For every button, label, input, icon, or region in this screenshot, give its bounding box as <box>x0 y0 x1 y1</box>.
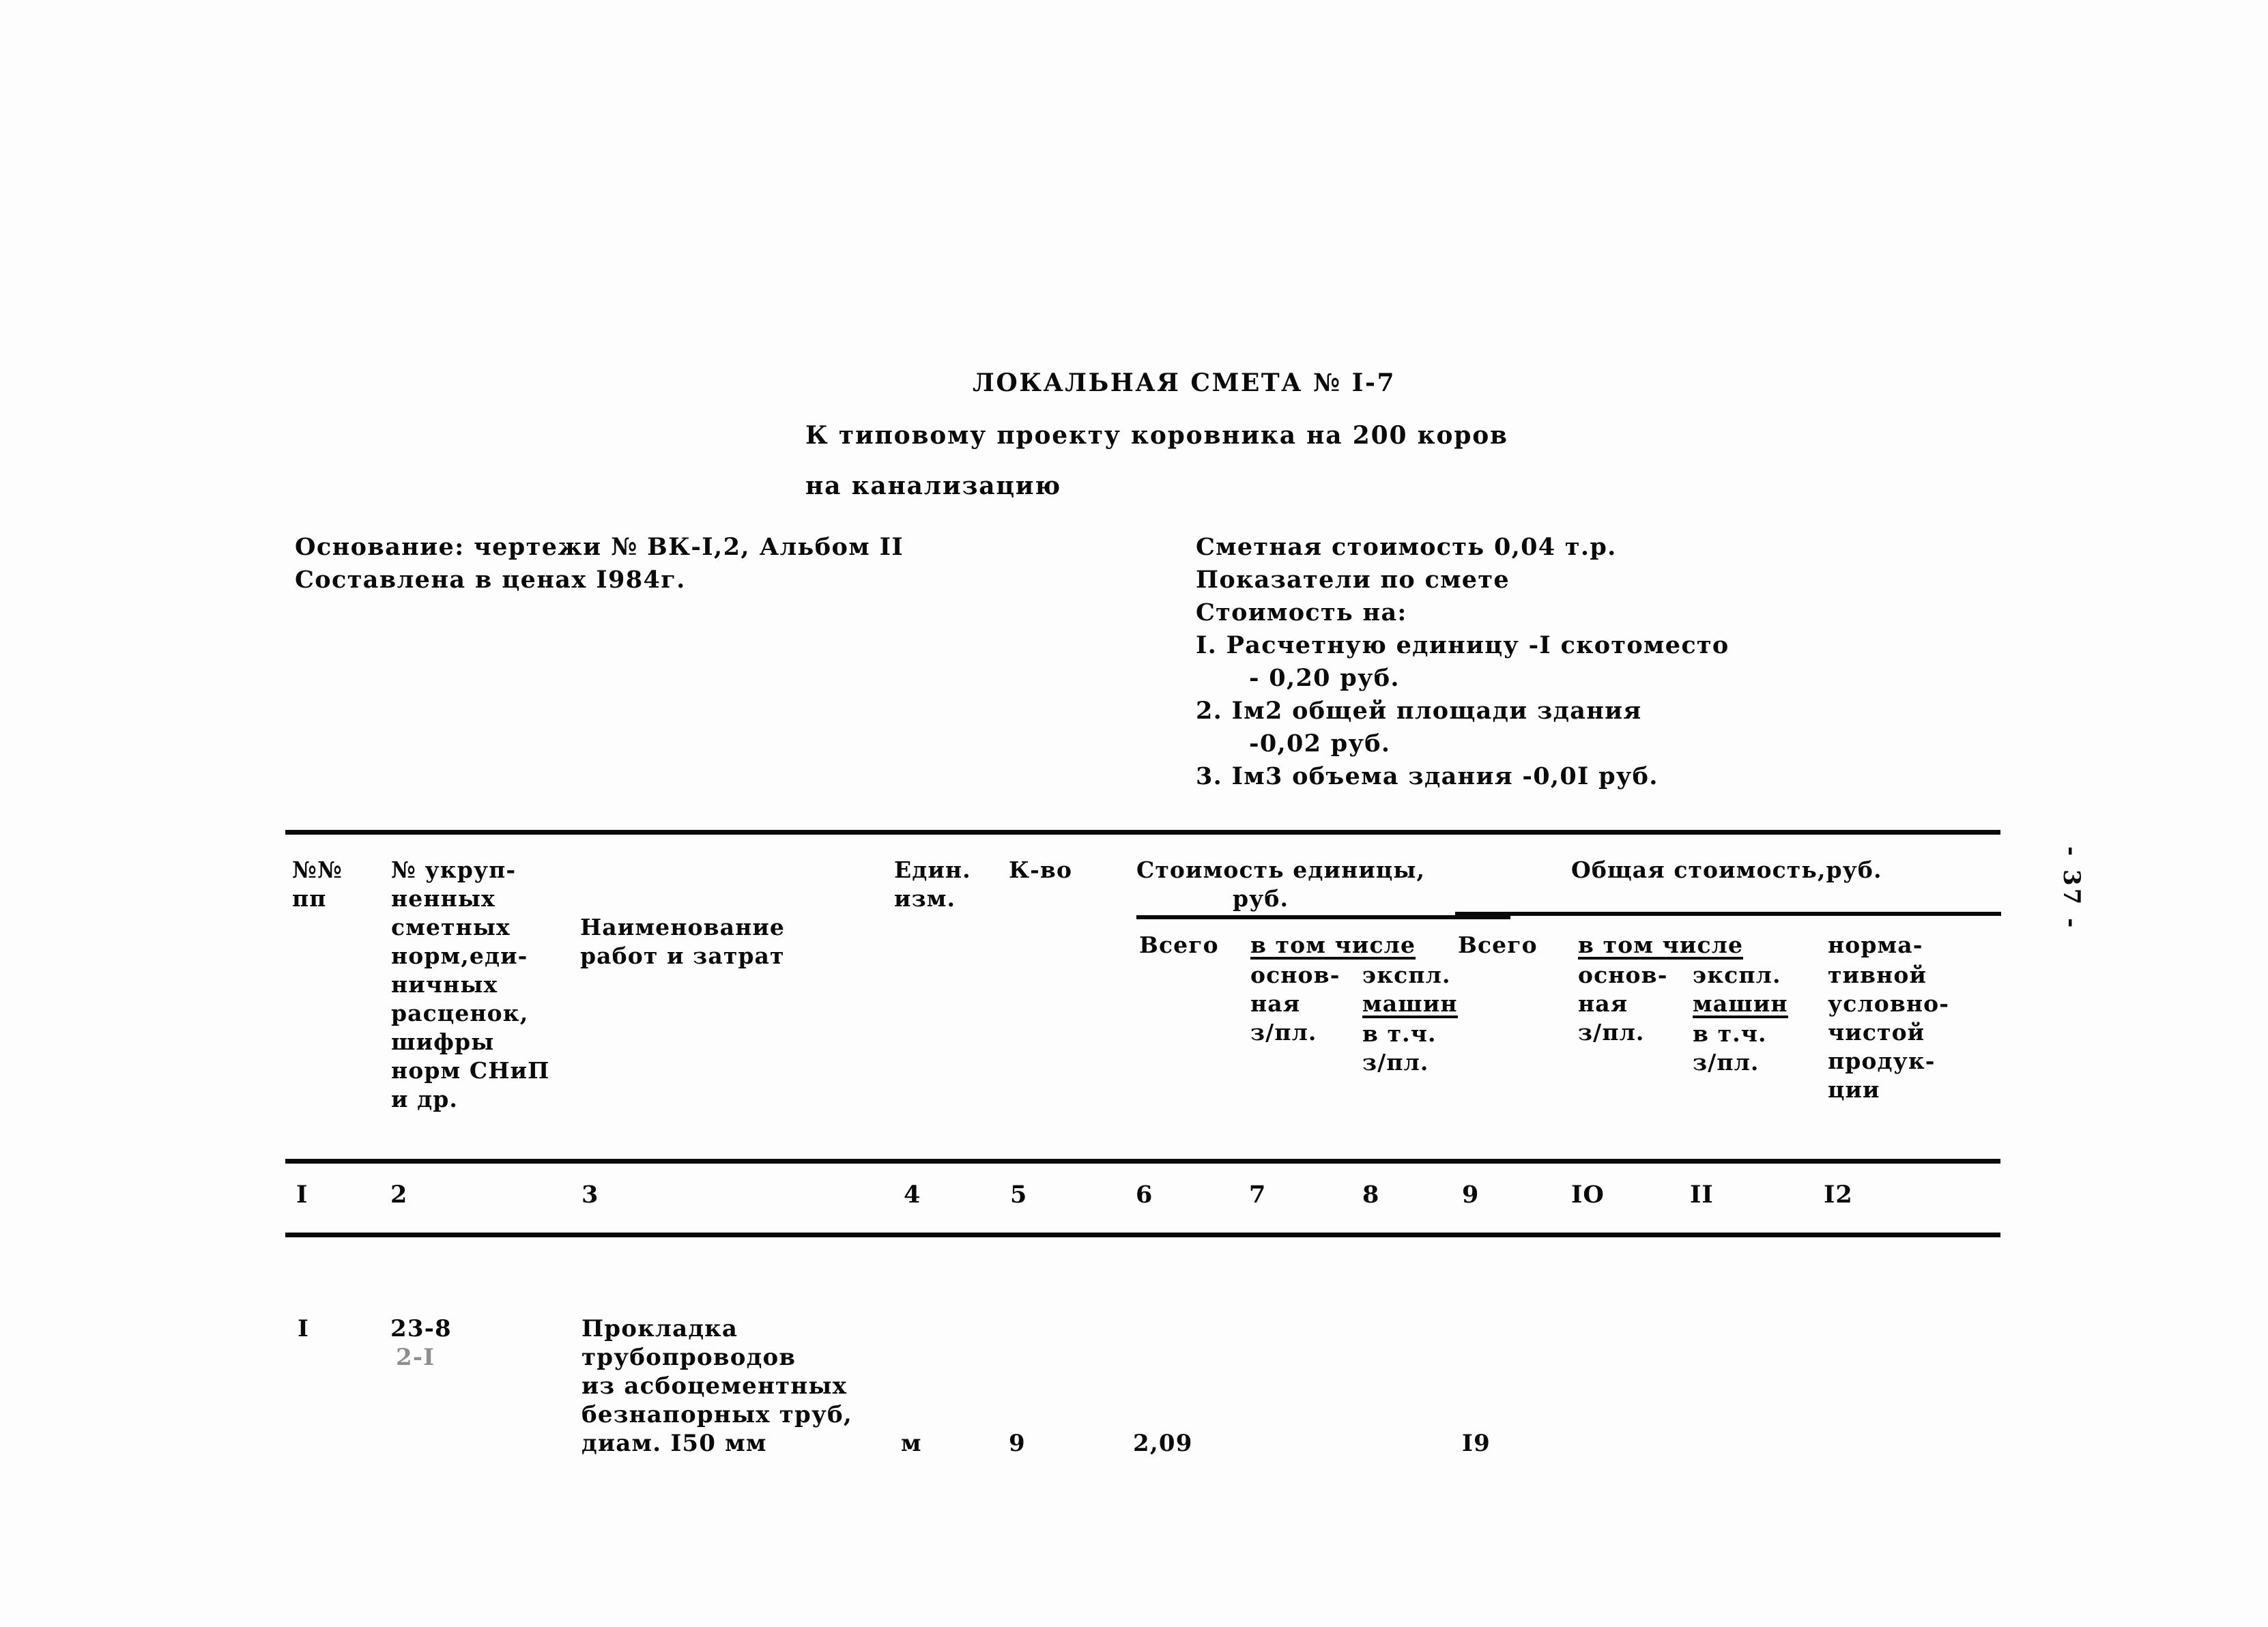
header-col2-line8: норм СНиП <box>391 1057 550 1084</box>
document-subtitle-system: на канализацию <box>805 472 1062 500</box>
header-col11-line1: экспл. <box>1693 962 1781 988</box>
column-number-6: 6 <box>1136 1181 1153 1209</box>
column-number-1: I <box>296 1181 308 1209</box>
header-col10-line2: основ- <box>1578 962 1668 988</box>
header-col6: Всего <box>1139 932 1219 958</box>
column-number-5: 5 <box>1010 1181 1028 1209</box>
header-col4-line2: изм. <box>894 885 956 912</box>
total-cost-group-rule <box>1455 912 2001 916</box>
column-number-9: 9 <box>1462 1181 1480 1209</box>
table-top-rule <box>285 830 2000 835</box>
header-col8-line3: в т.ч. <box>1362 1020 1437 1047</box>
column-number-10: IO <box>1571 1181 1605 1209</box>
table-header-bottom-rule <box>285 1159 2000 1164</box>
row-1-code-line2: 2-I <box>396 1344 435 1371</box>
header-col12-line5: продук- <box>1828 1048 1936 1074</box>
header-col11-line4: з/пл. <box>1693 1049 1760 1076</box>
header-col2-line3: сметных <box>391 914 511 940</box>
header-col11-line2: машин <box>1693 990 1788 1018</box>
header-col9: Всего <box>1458 932 1538 958</box>
indicator-item-2-line2: -0,02 руб. <box>1249 730 1391 758</box>
page-number-marker: - 37 - <box>2058 846 2085 931</box>
header-col7-line3: ная <box>1250 990 1301 1017</box>
column-number-4: 4 <box>904 1181 921 1209</box>
row-1-unit-total: 2,09 <box>1133 1430 1193 1457</box>
row-1-name-line1: Прокладка <box>582 1315 738 1342</box>
header-col2-line4: норм,еди- <box>391 942 528 969</box>
indicator-item-3-line1: 3. Iм3 объема здания -0,0I руб. <box>1196 762 1659 790</box>
header-col3-line2: работ и затрат <box>580 942 785 969</box>
indicator-item-1-line2: - 0,20 руб. <box>1249 664 1400 692</box>
row-1-name-line4: безнапорных труб, <box>582 1401 852 1428</box>
header-col2-line2: ненных <box>391 885 496 912</box>
header-col4-line1: Един. <box>894 856 971 883</box>
column-number-12: I2 <box>1824 1181 1853 1209</box>
row-1-name-line5: диам. I50 мм <box>582 1430 767 1457</box>
header-col7-line4: з/пл. <box>1250 1019 1317 1046</box>
cost-per-heading: Стоимость на: <box>1196 599 1407 627</box>
row-1-number: I <box>298 1315 310 1342</box>
basis-drawings-line: Основание: чертежи № ВК-I,2, Альбом II <box>295 533 904 561</box>
header-col10-line1: в том числе <box>1578 932 1744 960</box>
price-year-line: Составлена в ценах I984г. <box>295 566 686 594</box>
header-col2-line7: шифры <box>391 1028 495 1055</box>
column-number-7: 7 <box>1249 1181 1267 1209</box>
header-col7-line2: основ- <box>1250 962 1340 988</box>
header-col7-line1: в том числе <box>1250 932 1416 960</box>
header-col12-line4: чистой <box>1828 1019 1925 1046</box>
header-group-total-cost: Общая стоимость,руб. <box>1571 856 1882 883</box>
row-1-name-line2: трубопроводов <box>582 1344 796 1371</box>
column-numbers-bottom-rule <box>285 1233 2000 1237</box>
header-col2-line1: № укруп- <box>391 856 517 883</box>
row-1-grand-total: I9 <box>1462 1430 1491 1457</box>
header-col10-line4: з/пл. <box>1578 1019 1645 1046</box>
indicator-item-2-line1: 2. Iм2 общей площади здания <box>1196 697 1642 725</box>
header-col3-line1: Наименование <box>580 914 786 940</box>
header-col8-line1: экспл. <box>1362 962 1451 988</box>
header-col11-line3: в т.ч. <box>1693 1020 1767 1047</box>
header-col12-line6: ции <box>1828 1076 1880 1103</box>
header-col2-line6: расценок, <box>391 1000 529 1026</box>
indicators-heading: Показатели по смете <box>1196 566 1510 594</box>
document-page: ЛОКАЛЬНАЯ СМЕТА № I-7 К типовому проекту… <box>0 0 2268 1627</box>
header-col8-line2: машин <box>1362 990 1458 1018</box>
header-group-unit-cost-line2: руб. <box>1233 885 1289 912</box>
row-1-name-line3: из асбоцементных <box>582 1372 848 1400</box>
header-col5: К-во <box>1009 856 1073 883</box>
header-col1-line1: №№ <box>292 856 343 883</box>
document-title: ЛОКАЛЬНАЯ СМЕТА № I-7 <box>973 369 1396 397</box>
document-subtitle-project: К типовому проекту коровника на 200 коро… <box>805 421 1508 450</box>
header-col8-line4: з/пл. <box>1362 1049 1429 1076</box>
header-col10-line3: ная <box>1578 990 1628 1017</box>
column-number-3: 3 <box>582 1181 599 1209</box>
header-col12-line3: условно- <box>1828 990 1950 1017</box>
indicator-item-1-line1: I. Расчетную единицу -I скотоместо <box>1196 631 1729 659</box>
column-number-11: II <box>1690 1181 1714 1209</box>
header-col2-line9: и др. <box>391 1086 459 1112</box>
header-group-unit-cost-line1: Стоимость единицы, <box>1136 856 1426 883</box>
row-1-code-line1: 23-8 <box>390 1315 452 1342</box>
unit-cost-group-rule <box>1136 915 1510 919</box>
column-number-8: 8 <box>1362 1181 1380 1209</box>
header-col2-line5: ничных <box>391 971 498 998</box>
row-1-unit: м <box>901 1430 922 1457</box>
header-col12-line2: тивной <box>1828 962 1927 988</box>
estimate-cost-line: Сметная стоимость 0,04 т.р. <box>1196 533 1617 561</box>
column-number-2: 2 <box>390 1181 408 1209</box>
row-1-quantity: 9 <box>1009 1430 1026 1457</box>
header-col12-line1: норма- <box>1828 932 1923 958</box>
header-col1-line2: пп <box>292 885 327 912</box>
